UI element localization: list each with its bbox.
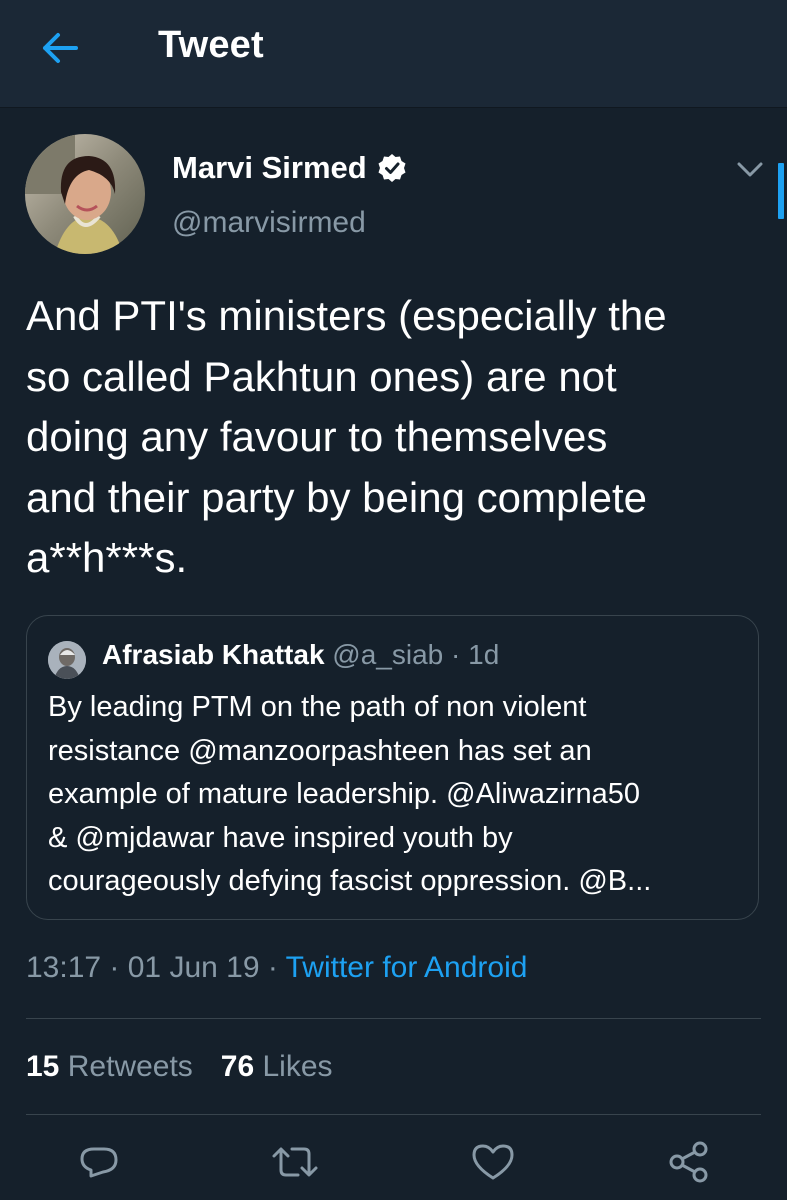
likes-count: 76 [220,1050,255,1083]
retweets-label: Retweets [67,1050,193,1083]
share-icon [669,1141,708,1183]
retweet-button[interactable] [270,1140,320,1196]
quoted-author-name: Afrasiab Khattak [102,639,325,670]
quoted-text-line: example of mature leadership. @Aliwazirn… [48,778,641,810]
chevron-down-icon [737,162,763,177]
quoted-author-handle: @a_siab [332,639,444,670]
tweet-text-line: and their party by being complete [26,473,648,521]
author-name: Marvi Sirmed [172,150,367,185]
arrow-left-icon [43,33,78,63]
retweets-count: 15 [26,1050,60,1083]
timestamp-row: 13:17 · 01 Jun 19 · Twitter for Android [26,951,527,985]
like-icon [472,1144,514,1180]
likes-stat[interactable]: 76 Likes [221,1050,333,1084]
quoted-header: Afrasiab Khattak @a_siab · 1d [102,639,499,671]
action-bar [0,1140,787,1200]
author-name-row[interactable]: Marvi Sirmed [172,150,408,186]
quoted-tweet-card[interactable]: Afrasiab Khattak @a_siab · 1d By leading… [26,615,759,920]
divider [26,1018,761,1019]
reply-button[interactable] [74,1140,124,1196]
tweet-timestamp: 13:17 · 01 Jun 19 · [26,951,286,984]
author-handle[interactable]: @marvisirmed [172,206,366,240]
tweet-text-line: a**h***s. [26,534,188,581]
top-bar: Tweet [0,0,787,108]
source-link[interactable]: Twitter for Android [286,951,528,984]
verified-badge-icon [378,154,406,182]
like-button[interactable] [468,1140,518,1196]
page-title: Tweet [158,24,264,66]
more-options-button[interactable] [730,152,770,188]
quoted-author-photo [48,641,86,679]
tweet-text-line: so called Pakhtun ones) are not [26,352,617,400]
tweet-text: And PTI's ministers (especially the so c… [26,286,766,589]
tweet-text-line: doing any favour to themselves [26,413,608,460]
quoted-text-line: courageously defying fascist oppression.… [48,865,652,897]
retweet-icon [272,1147,318,1177]
reply-icon [80,1147,118,1178]
retweets-stat[interactable]: 15 Retweets [26,1050,193,1084]
quoted-time: · 1d [451,639,500,670]
author-photo [25,134,145,254]
likes-label: Likes [262,1050,333,1083]
share-button[interactable] [664,1140,714,1196]
quoted-text-line: By leading PTM on the path of non violen… [48,691,587,723]
quoted-avatar [48,641,86,679]
back-button[interactable] [38,28,82,68]
avatar[interactable] [25,134,145,254]
tweet-text-line: And PTI's ministers (especially the [26,292,667,339]
quoted-text: By leading PTM on the path of non violen… [48,686,748,904]
scroll-indicator [778,163,784,219]
stats-row: 15 Retweets 76 Likes [26,1050,333,1084]
quoted-text-line: & @mjdawar have inspired youth by [48,821,513,854]
quoted-text-line: resistance @manzoorpashteen has set an [48,734,592,767]
divider [26,1114,761,1115]
